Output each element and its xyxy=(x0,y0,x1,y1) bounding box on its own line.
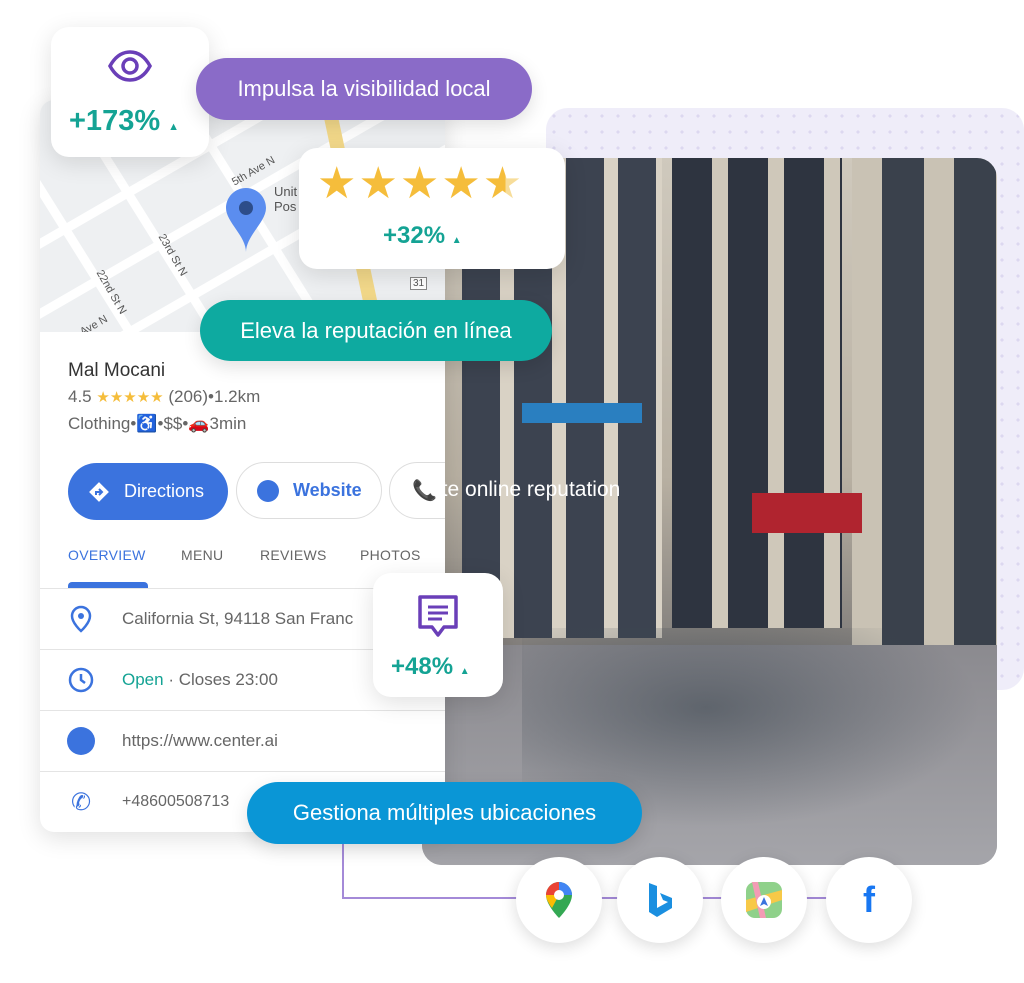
facebook-icon: f xyxy=(863,879,875,920)
apple-maps-icon xyxy=(746,882,782,918)
address: California St, 94118 San Franc xyxy=(122,609,354,628)
rating-line: 4.5 ★★★★★ (206)•1.2km xyxy=(68,387,260,407)
trend-up-icon: ▲ xyxy=(451,235,462,246)
overflow-button-text: ate online reputation xyxy=(430,478,621,501)
reviews-growth-value: +48% xyxy=(391,653,454,680)
map-label: Unit xyxy=(274,184,298,199)
rating-growth-value: +32% xyxy=(383,222,446,249)
globe-icon xyxy=(67,727,95,755)
store-sign xyxy=(752,493,862,533)
clock-icon xyxy=(68,667,94,693)
price-level: $$ xyxy=(163,414,183,433)
location-pin-icon[interactable] xyxy=(223,186,269,254)
globe-icon xyxy=(257,479,279,502)
bing-icon xyxy=(649,883,672,917)
visibility-badge: +173% ▲ xyxy=(51,27,209,157)
map-label: Pos xyxy=(274,199,297,214)
street-sign xyxy=(522,403,642,423)
accessible-icon: ♿ xyxy=(136,414,158,433)
tab-reviews[interactable]: REVIEWS xyxy=(260,547,327,563)
trend-up-icon: ▲ xyxy=(168,121,180,133)
directions-icon xyxy=(89,481,109,502)
tab-menu[interactable]: MENU xyxy=(181,547,223,563)
google-maps-icon xyxy=(546,882,572,918)
bing-button[interactable] xyxy=(617,857,703,943)
website-url[interactable]: https://www.center.ai xyxy=(122,731,278,751)
trend-up-icon: ▲ xyxy=(459,666,470,677)
directions-label: Directions xyxy=(124,481,205,501)
reputation-pill: Eleva la reputación en línea xyxy=(200,300,552,361)
apple-maps-button[interactable] xyxy=(721,857,807,943)
website-label: Website xyxy=(293,480,362,500)
closing-time: · Closes 23:00 xyxy=(163,670,278,689)
review-icon xyxy=(418,595,458,637)
eye-icon xyxy=(108,50,152,82)
visibility-pill: Impulsa la visibilidad local xyxy=(196,58,532,120)
tab-photos[interactable]: PHOTOS xyxy=(360,547,421,563)
phone-number[interactable]: +48600508713 xyxy=(122,793,229,811)
map-label: Ave N xyxy=(78,313,110,332)
reviews-growth-badge: +48% ▲ xyxy=(373,573,503,697)
rating-stars: ★★★★★ xyxy=(96,389,164,406)
review-count[interactable]: (206) xyxy=(168,387,208,406)
location-icon xyxy=(70,605,92,633)
google-maps-button[interactable] xyxy=(516,857,602,943)
route-shield: 31 xyxy=(410,277,428,290)
website-row[interactable]: https://www.center.ai xyxy=(40,710,445,771)
drive-time: 3min xyxy=(209,414,247,433)
directions-button[interactable]: Directions xyxy=(68,463,228,520)
tab-overview[interactable]: OVERVIEW xyxy=(68,547,146,563)
distance: •1.2km xyxy=(208,387,261,406)
facebook-button[interactable]: f xyxy=(826,857,912,943)
business-name: Mal Mocani xyxy=(68,360,166,381)
website-button[interactable]: Website xyxy=(236,462,382,519)
visibility-value: +173% xyxy=(69,105,161,137)
details-line: Clothing•♿•$$•🚗3min xyxy=(68,414,247,433)
rating-value: 4.5 xyxy=(68,387,92,406)
car-icon: 🚗 xyxy=(188,414,210,433)
star-rating-icon: ★★★★★ xyxy=(317,159,525,208)
open-status: Open xyxy=(122,670,164,689)
phone-icon: ✆ xyxy=(70,788,92,816)
rating-growth-badge: ★★★★★ +32% ▲ xyxy=(299,148,565,269)
locations-pill: Gestiona múltiples ubicaciones xyxy=(247,782,642,844)
category: Clothing xyxy=(68,414,131,433)
